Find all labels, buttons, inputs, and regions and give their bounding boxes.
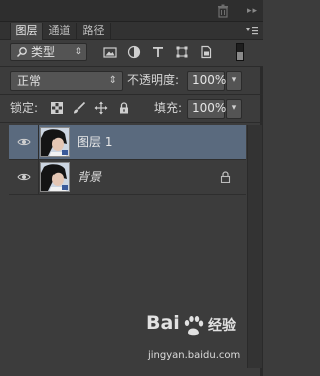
layer-row-layer-1[interactable]: 图层 1 <box>9 125 246 160</box>
blend-mode-value: 正常 <box>17 74 42 88</box>
lock-row: 锁定: 填充: 100% ▾ <box>0 96 263 122</box>
trash-icon[interactable] <box>216 4 230 18</box>
lock-all-icon[interactable] <box>117 101 131 115</box>
updown-arrows-icon: ⇕ <box>74 47 82 57</box>
lock-icon <box>220 171 231 183</box>
opacity-dropdown-button[interactable]: ▾ <box>226 71 242 91</box>
filter-kind-select[interactable]: 类型 ⇕ <box>10 43 87 61</box>
shape-filter-icon[interactable] <box>175 45 189 59</box>
smart-object-filter-icon[interactable] <box>199 45 213 59</box>
layer-name[interactable]: 背景 <box>77 170 101 185</box>
layer-filter-row: 类型 ⇕ <box>0 40 263 66</box>
tab-channels[interactable]: 通道 <box>43 23 77 40</box>
portrait-thumbnail-image <box>41 163 69 191</box>
tab-layers[interactable]: 图层 <box>10 23 43 40</box>
eye-icon[interactable] <box>17 137 31 147</box>
fill-label: 填充: <box>154 101 183 115</box>
image-filter-icon[interactable] <box>103 45 117 59</box>
lock-position-move-icon[interactable] <box>94 101 108 115</box>
fill-dropdown-button[interactable]: ▾ <box>226 99 242 119</box>
layer-thumbnail[interactable] <box>40 162 70 192</box>
layer-thumbnail[interactable] <box>40 127 70 157</box>
divider <box>0 94 263 95</box>
adjustment-filter-icon[interactable] <box>127 45 141 59</box>
panel-menu-icon[interactable] <box>245 25 259 37</box>
lock-pixels-brush-icon[interactable] <box>72 101 86 115</box>
collapse-icon[interactable]: ▸▸ <box>247 6 258 16</box>
divider <box>0 122 263 123</box>
tab-paths[interactable]: 路径 <box>77 23 111 40</box>
layer-name[interactable]: 图层 1 <box>77 135 112 150</box>
baidu-jingyan-watermark: Bai 经验 jingyan.baidu.com <box>146 312 260 368</box>
filter-toggle-switch[interactable] <box>236 43 244 61</box>
watermark-brand-2: 经验 <box>208 318 236 334</box>
panel-top-bar: ▸▸ <box>0 0 263 22</box>
watermark-brand: Bai <box>146 312 180 334</box>
search-icon <box>16 47 27 58</box>
filter-kind-label: 类型 <box>31 45 56 59</box>
lock-label: 锁定: <box>10 101 39 115</box>
layer-row-background[interactable]: 背景 <box>9 160 246 195</box>
opacity-label: 不透明度: <box>127 73 180 87</box>
blend-mode-select[interactable]: 正常 ⇕ <box>10 71 123 91</box>
layer-divider <box>38 160 39 195</box>
portrait-thumbnail-image <box>41 128 69 156</box>
panel-tab-bar: 图层 通道 路径 <box>0 22 263 40</box>
watermark-url: jingyan.baidu.com <box>148 350 241 361</box>
eye-icon[interactable] <box>17 172 31 182</box>
opacity-input[interactable]: 100% <box>187 71 226 91</box>
baidu-paw-icon <box>184 316 204 336</box>
lock-transparency-icon[interactable] <box>50 101 64 115</box>
fill-input[interactable]: 100% <box>187 99 226 119</box>
blend-row: 正常 ⇕ 不透明度: 100% ▾ <box>0 67 263 93</box>
updown-arrows-icon: ⇕ <box>108 75 117 86</box>
layer-divider <box>38 125 39 160</box>
type-filter-icon[interactable] <box>151 45 165 59</box>
